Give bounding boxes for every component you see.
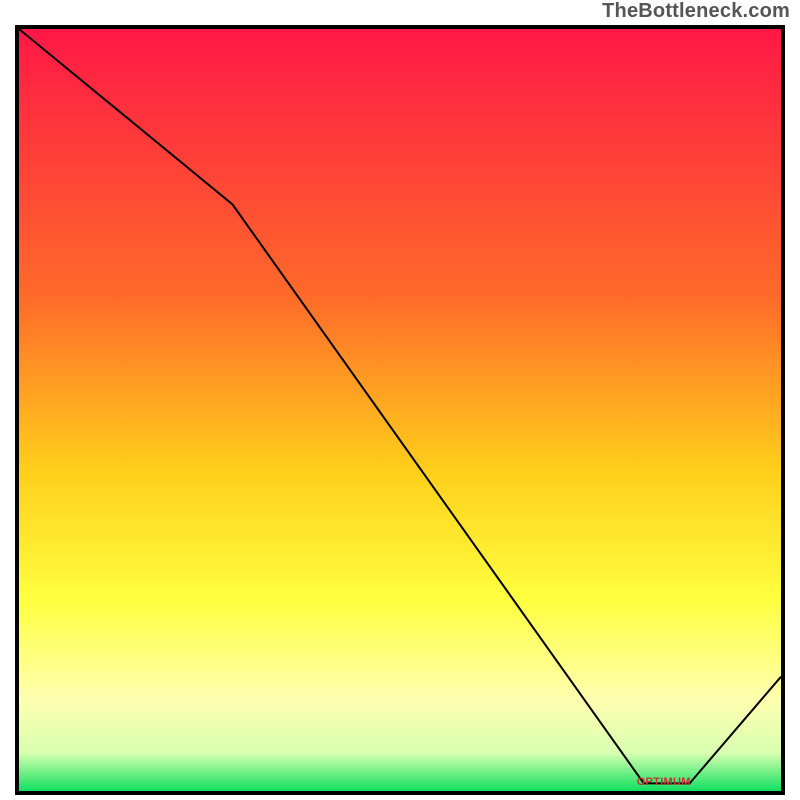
chart-container: { "credit": "TheBottleneck.com", "footer… xyxy=(0,0,800,800)
plot-background xyxy=(19,29,781,791)
plot-svg: OPTIMUM xyxy=(15,25,785,795)
optimum-label: OPTIMUM xyxy=(637,776,691,788)
credit-label: TheBottleneck.com xyxy=(602,0,790,23)
